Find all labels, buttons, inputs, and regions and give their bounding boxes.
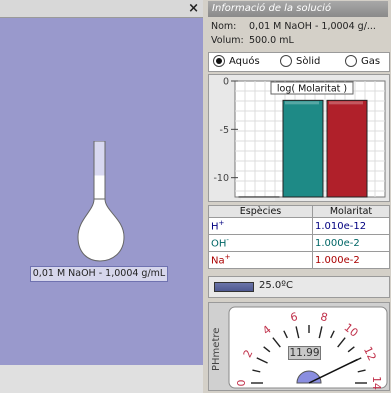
solution-volume-value: 500.0 mL (249, 35, 294, 46)
workspace-titlebar: × (0, 0, 203, 18)
col-header-species: Espècies (208, 205, 313, 218)
radio-solid-label: Sòlid (296, 55, 321, 67)
ph-scale-label: 14 (370, 376, 383, 390)
y-tick-label: -10 (213, 173, 229, 184)
species-cell: OH- (208, 234, 313, 252)
radio-solid[interactable]: Sòlid (280, 55, 320, 67)
bar-highlight (241, 197, 275, 201)
radio-dot[interactable] (280, 55, 292, 67)
temperature-value: 25.0ºC (259, 280, 293, 291)
molarity-cell: 1.000e-2 (312, 251, 390, 269)
ph-readout: 11.99 (288, 346, 321, 360)
flask-label: 0,01 M NaOH - 1,0004 g/mL (30, 266, 168, 282)
bar-highlight (285, 101, 319, 105)
molarity-cell: 1.010e-12 (312, 217, 390, 235)
y-tick-label: -5 (220, 125, 229, 136)
species-name: H (211, 221, 219, 233)
workspace-footer (0, 365, 203, 393)
solution-name-value: 0,01 M NaOH - 1,0004 g/... (249, 21, 376, 32)
temperature-display: 25.0ºC (208, 276, 390, 298)
radio-dot-selected[interactable] (213, 55, 225, 67)
radio-gas[interactable]: Gas (345, 55, 380, 67)
bar-OH- (282, 99, 324, 198)
molarity-chart: 0 -5 -10 log( Molaritat ) (208, 74, 390, 202)
solution-volume-row: Volum: 500.0 mL (211, 35, 294, 46)
species-charge: + (224, 253, 231, 262)
workspace-canvas[interactable]: 0,01 M NaOH - 1,0004 g/mL (0, 18, 203, 365)
species-charge: - (226, 236, 229, 245)
radio-dot[interactable] (345, 55, 357, 67)
table-row: Na+ 1.000e-2 (208, 251, 390, 269)
state-selector: Aquós Sòlid Gas (208, 52, 390, 72)
simulation-area: × 0,01 M NaOH - 1,0004 g/mL (0, 0, 203, 393)
close-icon[interactable]: × (188, 1, 199, 16)
radio-aquos-label: Aquós (229, 55, 260, 67)
chart-title: log( Molaritat ) (277, 84, 347, 95)
ph-scale-label: 0 (235, 380, 248, 387)
info-panel-title: Informació de la solució (208, 1, 388, 17)
species-cell: Na+ (208, 251, 313, 269)
table-row: H+ 1.010e-12 (208, 217, 390, 235)
species-name: OH (211, 238, 227, 250)
radio-gas-label: Gas (361, 55, 381, 67)
species-charge: + (218, 219, 225, 228)
ph-meter: PHmetre 0 2 4 6 8 10 12 14 11.99 (208, 302, 390, 391)
species-cell: H+ (208, 217, 313, 235)
radio-aquos[interactable]: Aquós (213, 55, 260, 67)
y-tick-label: 0 (223, 77, 229, 88)
molarity-cell: 1.000e-2 (312, 234, 390, 252)
solution-volume-label: Volum: (211, 35, 244, 46)
species-table: Espècies Molaritat H+ 1.010e-12 OH- 1.000e-… (208, 205, 390, 269)
bar-highlight (329, 101, 363, 105)
bar-Na+ (326, 99, 368, 198)
solution-name-label: Nom: (211, 21, 237, 32)
table-row: OH- 1.000e-2 (208, 234, 390, 252)
volumetric-flask-icon[interactable] (70, 141, 132, 263)
species-name: Na (211, 255, 225, 267)
molarity-chart-svg: 0 -5 -10 log( Molaritat ) (213, 77, 386, 201)
col-header-molarity: Molaritat (312, 205, 390, 218)
solution-name-row: Nom: 0,01 M NaOH - 1,0004 g/... (211, 21, 376, 32)
temperature-bar (214, 282, 254, 292)
info-panel: Informació de la solució Nom: 0,01 M NaOH… (205, 0, 391, 393)
